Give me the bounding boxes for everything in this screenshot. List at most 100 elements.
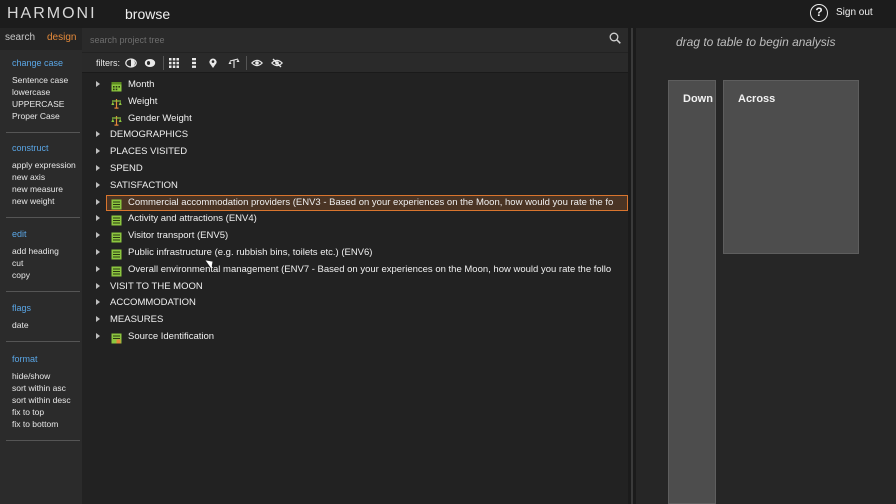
- tree-row-label: MEASURES: [110, 314, 164, 326]
- splitter-bar: [631, 28, 633, 504]
- tree-folder-row[interactable]: VISIT TO THE MOON: [82, 279, 628, 295]
- expand-arrow-icon[interactable]: [96, 249, 100, 255]
- filled-circle-filter-icon[interactable]: [144, 57, 156, 69]
- expand-arrow-icon[interactable]: [96, 81, 100, 87]
- list-variable-icon: [111, 213, 122, 226]
- location-filter-icon[interactable]: [207, 57, 219, 69]
- expand-arrow-icon[interactable]: [96, 333, 100, 339]
- tree-variable-row[interactable]: Gender Weight: [82, 111, 628, 127]
- sidebar-action-sentence-case[interactable]: Sentence case: [12, 75, 68, 85]
- tree-variable-row[interactable]: Public infrastructure (e.g. rubbish bins…: [82, 245, 628, 261]
- tree-search-bar: [82, 28, 628, 52]
- sidebar-action-sort-within-asc[interactable]: sort within asc: [12, 383, 66, 393]
- expand-arrow-icon[interactable]: [96, 265, 100, 272]
- panel-splitter[interactable]: [628, 28, 636, 504]
- sidebar-group-heading[interactable]: flags: [12, 303, 31, 313]
- tree-folder-row[interactable]: SPEND: [82, 161, 628, 177]
- down-drop-zone[interactable]: Down: [668, 80, 716, 504]
- project-tree-panel: filters: Month Weight Gender Weight DEMOGRA…: [82, 28, 628, 504]
- list-variable-icon: [111, 264, 122, 277]
- sidebar-action-new-weight[interactable]: new weight: [12, 196, 55, 206]
- sidebar-group-heading[interactable]: change case: [12, 58, 63, 68]
- tree-row-label: Gender Weight: [128, 112, 192, 124]
- half-circle-filter-icon[interactable]: [125, 57, 137, 69]
- toolbar-divider: [163, 56, 164, 70]
- filters-label: filters:: [96, 58, 121, 68]
- sidebar-action-cut[interactable]: cut: [12, 258, 23, 268]
- tree-variable-row[interactable]: Overall environmental management (ENV7 -…: [82, 262, 628, 278]
- expand-arrow-icon[interactable]: [96, 316, 100, 323]
- sidebar-action-date[interactable]: date: [12, 320, 29, 330]
- sidebar-group-heading[interactable]: format: [12, 354, 38, 364]
- tree-row-label: DEMOGRAPHICS: [110, 129, 189, 141]
- eye-off-icon[interactable]: [271, 57, 283, 69]
- sidebar-action-sort-within-desc[interactable]: sort within desc: [12, 395, 71, 405]
- tree-folder-row[interactable]: ACCOMMODATION: [82, 295, 628, 311]
- expand-arrow-icon[interactable]: [96, 165, 100, 171]
- tree-search-input[interactable]: [90, 32, 600, 48]
- tree-row-label: SPEND: [110, 163, 143, 174]
- help-icon[interactable]: ?: [810, 4, 828, 22]
- tree-row-label: Month: [128, 79, 155, 90]
- scale-variable-icon: [111, 96, 122, 109]
- tree-variable-row[interactable]: Commercial accommodation providers (ENV3…: [82, 194, 628, 211]
- tree-folder-row[interactable]: SATISFACTION: [82, 178, 628, 194]
- sidebar-action-proper-case[interactable]: Proper Case: [12, 111, 60, 121]
- sidebar-group-heading[interactable]: edit: [12, 229, 27, 239]
- search-icon[interactable]: [609, 32, 621, 44]
- sidebar-divider: [6, 291, 80, 292]
- expand-arrow-icon[interactable]: [96, 299, 100, 306]
- tree-row-label: Source Identification: [128, 331, 215, 342]
- grid-filter-icon[interactable]: [168, 57, 180, 69]
- sidebar-action-hide-show[interactable]: hide/show: [12, 371, 50, 381]
- sidebar-action-new-axis[interactable]: new axis: [12, 172, 45, 182]
- sidebar-action-uppercase[interactable]: UPPERCASE: [12, 99, 64, 109]
- tree-row-label: VISIT TO THE MOON: [110, 280, 203, 292]
- tree-folder-row[interactable]: MEASURES: [82, 312, 628, 328]
- analysis-panel: drag to table to begin analysis Down Acr…: [636, 28, 896, 504]
- list-variable-icon: [111, 230, 122, 243]
- expand-arrow-icon[interactable]: [96, 181, 100, 188]
- sidebar-divider: [6, 217, 80, 218]
- harmoni-logo[interactable]: HARMONI: [7, 5, 97, 23]
- expand-arrow-icon[interactable]: [96, 282, 100, 289]
- down-label: Down: [683, 93, 713, 105]
- sign-out-link[interactable]: Sign out: [836, 7, 873, 18]
- tree-row-label: Overall environmental management (ENV7 -…: [128, 263, 612, 275]
- filter-toolbar: filters:: [82, 53, 628, 73]
- tree-variable-row[interactable]: Source Identification: [82, 329, 628, 345]
- page-title: browse: [125, 6, 171, 22]
- sidebar-action-new-measure[interactable]: new measure: [12, 184, 63, 194]
- tab-design[interactable]: design: [47, 32, 76, 43]
- tab-search[interactable]: search: [5, 32, 35, 43]
- tree-folder-row[interactable]: PLACES VISITED: [82, 144, 628, 160]
- tree-row-label: Visitor transport (ENV5): [128, 230, 229, 242]
- scale-filter-icon[interactable]: [228, 57, 240, 69]
- sidebar-action-add-heading[interactable]: add heading: [12, 246, 59, 256]
- tree-variable-row[interactable]: Month: [82, 77, 628, 93]
- expand-arrow-icon[interactable]: [96, 198, 100, 205]
- sidebar-action-fix-to-bottom[interactable]: fix to bottom: [12, 419, 58, 429]
- sidebar-action-copy[interactable]: copy: [12, 270, 30, 280]
- toolbar-divider: [246, 56, 247, 70]
- sidebar-action-lowercase[interactable]: lowercase: [12, 87, 50, 97]
- design-sidebar: search design change case Sentence case lo…: [0, 28, 82, 504]
- tree-row-label: Weight: [128, 95, 158, 107]
- eye-icon[interactable]: [251, 57, 263, 69]
- expand-arrow-icon[interactable]: [96, 131, 100, 138]
- tree-variable-row[interactable]: Visitor transport (ENV5): [82, 228, 628, 244]
- top-bar: HARMONI browse ? Sign out: [0, 0, 896, 28]
- tree-variable-row[interactable]: Weight: [82, 94, 628, 110]
- expand-arrow-icon[interactable]: [96, 215, 100, 222]
- across-drop-zone[interactable]: Across: [723, 80, 859, 254]
- expand-arrow-icon[interactable]: [96, 148, 100, 155]
- sidebar-group-heading[interactable]: construct: [12, 143, 49, 153]
- sidebar-action-fix-to-top[interactable]: fix to top: [12, 407, 44, 417]
- sidebar-action-apply-expression[interactable]: apply expression: [12, 160, 76, 170]
- column-filter-icon[interactable]: [188, 57, 200, 69]
- tree-variable-row[interactable]: Activity and attractions (ENV4): [82, 211, 628, 227]
- tree-row-label: Commercial accommodation providers (ENV3…: [128, 196, 614, 208]
- tree-folder-row[interactable]: DEMOGRAPHICS: [82, 127, 628, 143]
- tree-row-label: SATISFACTION: [110, 179, 178, 191]
- expand-arrow-icon[interactable]: [96, 232, 100, 239]
